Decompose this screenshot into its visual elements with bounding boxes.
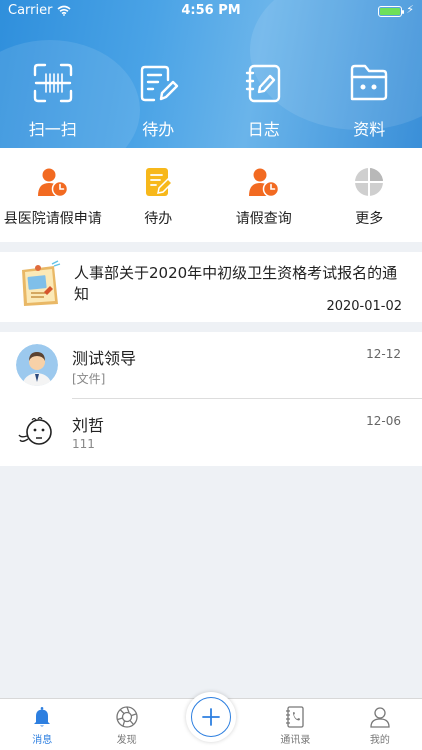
clock: 4:56 PM: [181, 3, 241, 18]
contact-book-icon: [286, 706, 305, 728]
user-icon: [370, 707, 390, 728]
add-button-ring: [191, 697, 231, 737]
pending-label: 待办: [144, 211, 173, 227]
folder-icon: [351, 64, 388, 101]
aperture-icon: [115, 706, 138, 728]
message-sender: 测试领导: [72, 349, 137, 368]
files-button[interactable]: 资料: [317, 62, 422, 140]
tab-messages-label: 消息: [32, 735, 53, 746]
more-label: 更多: [355, 211, 384, 227]
todo-button[interactable]: 待办: [106, 62, 212, 140]
status-bar: Carrier 4:56 PM ⚡: [0, 0, 422, 22]
scan-label: 扫一扫: [28, 120, 77, 139]
tab-profile-label: 我的: [369, 735, 390, 746]
add-button[interactable]: [186, 692, 236, 742]
plus-icon: [202, 708, 220, 726]
edit-pad-icon: [141, 65, 179, 102]
tab-messages[interactable]: 消息: [0, 699, 84, 750]
header-banner: Carrier 4:56 PM ⚡ 扫一扫 待办 日志 资料: [0, 0, 422, 148]
leave-query-button[interactable]: 请假查询: [211, 148, 317, 242]
bell-icon: [34, 707, 51, 727]
journal-label: 日志: [247, 120, 280, 139]
battery-icon: [378, 6, 404, 17]
journal-icon: [245, 64, 280, 103]
tab-discover[interactable]: 发现: [84, 699, 168, 750]
notice-date: 2020-01-02: [326, 299, 402, 314]
grid-more-icon: [355, 168, 384, 196]
tab-contacts-label: 通讯录: [280, 735, 311, 746]
tab-discover-label: 发现: [116, 735, 137, 746]
message-time: 12-12: [366, 347, 401, 361]
list-item[interactable]: 刘哲 111 12-06: [0, 399, 422, 465]
journal-button[interactable]: 日志: [211, 62, 317, 140]
avatar: [16, 411, 58, 453]
notice-card[interactable]: 人事部关于2020年中初级卫生资格考试报名的通知 2020-01-02: [0, 252, 422, 322]
tab-contacts[interactable]: 通讯录: [253, 699, 337, 750]
list-item[interactable]: 测试领导 [文件] 12-12: [0, 332, 422, 399]
scan-icon: [33, 63, 72, 103]
charging-icon: ⚡: [406, 3, 414, 16]
notice-board-icon: [22, 260, 61, 306]
avatar: [16, 344, 58, 386]
person-clock-icon: [248, 168, 279, 198]
message-preview: 111: [72, 437, 95, 451]
leave-application-button[interactable]: 县医院请假申请: [0, 148, 106, 242]
leave-application-label: 县医院请假申请: [3, 211, 102, 227]
message-list: 测试领导 [文件] 12-12 刘哲 111 12-06: [0, 332, 422, 466]
more-button[interactable]: 更多: [317, 148, 422, 242]
quick-actions: 县医院请假申请 待办 请假查询 更多: [0, 148, 422, 242]
tab-profile[interactable]: 我的: [338, 699, 422, 750]
note-pen-icon: [146, 168, 174, 196]
pending-button[interactable]: 待办: [106, 148, 212, 242]
top-actions: 扫一扫 待办 日志 资料: [0, 62, 422, 140]
scan-button[interactable]: 扫一扫: [0, 62, 106, 140]
todo-label: 待办: [142, 120, 175, 139]
message-preview: [文件]: [72, 372, 106, 386]
files-label: 资料: [353, 120, 386, 139]
message-time: 12-06: [366, 414, 401, 428]
person-clock-icon: [37, 168, 68, 198]
message-sender: 刘哲: [72, 416, 105, 435]
leave-query-label: 请假查询: [235, 211, 292, 227]
